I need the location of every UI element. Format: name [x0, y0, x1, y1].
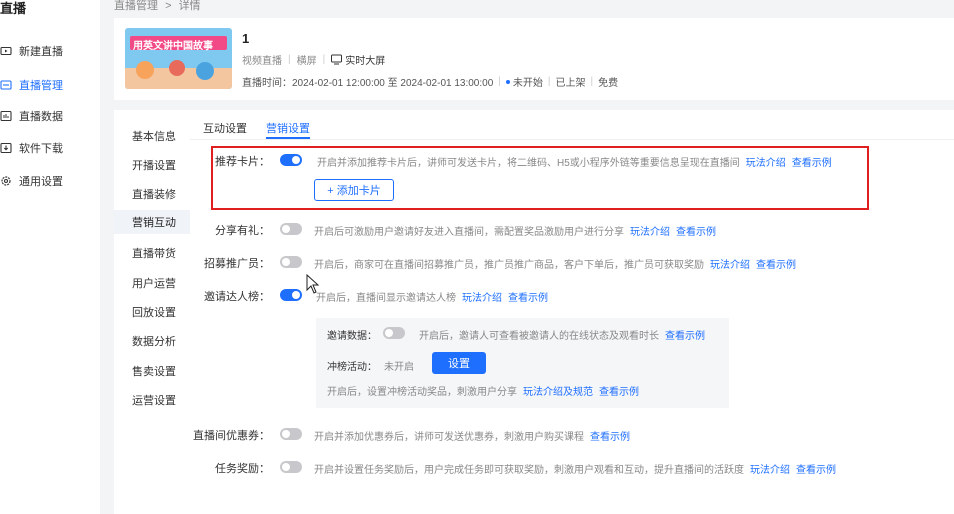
sidebar-item-label: 直播管理 — [19, 80, 63, 92]
subnav-item-marketing[interactable]: 营销互动 — [114, 210, 190, 234]
price-status: 免费 — [598, 78, 619, 89]
sidebar-item-download[interactable]: 软件下载 — [0, 135, 100, 161]
rank-example-link[interactable]: 查看示例 — [599, 387, 639, 398]
sidebar-item-label: 通用设置 — [19, 176, 63, 188]
sidebar-item-live-data[interactable]: 直播数据 — [0, 103, 100, 129]
chart-icon — [0, 110, 12, 122]
tab-active-indicator — [266, 137, 310, 139]
rank-rules-link[interactable]: 玩法介绍及规范 — [523, 387, 593, 398]
sidebar-item-new-live[interactable]: 新建直播 — [0, 38, 100, 64]
live-meta: 视频直播 | 横屏 | 实时大屏 — [242, 52, 386, 67]
sidebar-item-label: 软件下载 — [19, 143, 63, 155]
subnav-item-analysis[interactable]: 数据分析 — [132, 333, 176, 349]
subnav-item-goods[interactable]: 直播带货 — [132, 245, 176, 261]
breadcrumb-parent[interactable]: 直播管理 — [114, 0, 158, 12]
card-toggle[interactable] — [280, 154, 302, 166]
coupon-toggle[interactable] — [280, 428, 302, 440]
sidebar-item-label: 直播数据 — [19, 111, 63, 123]
tab-divider — [190, 139, 954, 140]
subnav-item-basic[interactable]: 基本信息 — [132, 128, 176, 144]
task-toggle[interactable] — [280, 461, 302, 473]
subnav-item-sale[interactable]: 售卖设置 — [132, 363, 176, 379]
share-label: 分享有礼： — [215, 225, 270, 237]
invite-data-label: 邀请数据： — [327, 331, 377, 342]
invite-data-example-link[interactable]: 查看示例 — [665, 331, 705, 342]
card-rules-link[interactable]: 玩法介绍 — [746, 158, 786, 169]
subnav-item-users[interactable]: 用户运营 — [132, 275, 176, 291]
subnav-item-operation[interactable]: 运营设置 — [132, 392, 176, 408]
add-card-button[interactable]: + 添加卡片 — [314, 179, 394, 201]
card-label: 推荐卡片： — [215, 156, 270, 168]
live-cover-image: 用英文讲中国故事 — [125, 28, 232, 89]
rank-status: 未开启 — [384, 362, 414, 373]
breadcrumb-current: 详情 — [178, 0, 201, 12]
task-example-link[interactable]: 查看示例 — [796, 465, 836, 476]
coupon-desc: 开启并添加优惠券后，讲师可发送优惠券，刺激用户购买课程 查看示例 — [314, 432, 630, 443]
live-title: 1 — [242, 31, 250, 46]
live-orientation: 横屏 — [296, 56, 317, 67]
task-label: 任务奖励： — [215, 463, 270, 475]
invite-example-link[interactable]: 查看示例 — [508, 293, 548, 304]
status-badge: 未开始 — [505, 74, 543, 89]
coupon-label: 直播间优惠券： — [193, 430, 270, 442]
promoter-rules-link[interactable]: 玩法介绍 — [710, 260, 750, 271]
video-icon — [0, 45, 12, 57]
invite-desc: 开启后，直播间显示邀请达人榜 玩法介绍 查看示例 — [316, 293, 548, 304]
share-rules-link[interactable]: 玩法介绍 — [630, 227, 670, 238]
tab-marketing[interactable]: 营销设置 — [266, 120, 310, 136]
share-desc: 开启后可激励用户邀请好友进入直播间，需配置奖品激励用户进行分享 玩法介绍 查看示例 — [314, 227, 716, 238]
invite-label: 邀请达人榜： — [204, 291, 270, 303]
subnav-item-decor[interactable]: 直播装修 — [132, 186, 176, 202]
rank-desc: 开启后，设置冲榜活动奖品，刺激用户分享 玩法介绍及规范 查看示例 — [327, 387, 639, 398]
card-example-link[interactable]: 查看示例 — [792, 158, 832, 169]
invite-toggle[interactable] — [280, 289, 302, 301]
breadcrumb: 直播管理 > 详情 — [114, 0, 201, 12]
subnav-item-replay[interactable]: 回放设置 — [132, 304, 176, 320]
coupon-example-link[interactable]: 查看示例 — [590, 432, 630, 443]
sidebar-item-live-manage[interactable]: 直播管理 — [0, 72, 100, 98]
share-toggle[interactable] — [280, 223, 302, 235]
invite-data-desc: 开启后，邀请人可查看被邀请人的在线状态及观看时长 查看示例 — [419, 331, 705, 342]
rank-label: 冲榜活动： — [327, 362, 377, 373]
shelf-status: 已上架 — [555, 78, 586, 89]
promoter-label: 招募推广员： — [204, 258, 270, 270]
invite-rules-link[interactable]: 玩法介绍 — [462, 293, 502, 304]
invite-data-toggle[interactable] — [383, 327, 405, 339]
bigscreen-link[interactable]: 实时大屏 — [331, 52, 385, 67]
task-rules-link[interactable]: 玩法介绍 — [750, 465, 790, 476]
tab-interaction[interactable]: 互动设置 — [203, 120, 247, 136]
live-time: 2024-02-01 12:00:00 至 2024-02-01 13:00:0… — [292, 78, 494, 89]
subnav-item-start[interactable]: 开播设置 — [132, 157, 176, 173]
sidebar-item-label: 新建直播 — [19, 46, 63, 58]
task-desc: 开启并设置任务奖励后，用户完成任务即可获取奖励，刺激用户观看和互动，提升直播间的… — [314, 465, 836, 476]
gear-icon — [0, 175, 12, 187]
rank-settings-button[interactable]: 设置 — [432, 352, 486, 374]
live-type: 视频直播 — [242, 56, 282, 67]
promoter-toggle[interactable] — [280, 256, 302, 268]
screen-icon — [331, 54, 343, 65]
app-title: 直播 — [0, 1, 27, 16]
promoter-desc: 开启后，商家可在直播间招募推广员，推广员推广商品，客户下单后，推广员可获取奖励玩… — [314, 260, 796, 271]
share-example-link[interactable]: 查看示例 — [676, 227, 716, 238]
cover-title: 用英文讲中国故事 — [133, 41, 213, 52]
monitor-icon — [0, 79, 12, 91]
live-time-row: 直播时间： 2024-02-01 12:00:00 至 2024-02-01 1… — [242, 74, 619, 89]
promoter-example-link[interactable]: 查看示例 — [756, 260, 796, 271]
card-desc: 开启并添加推荐卡片后，讲师可发送卡片，将二维码、H5或小程序外链等重要信息呈现在… — [317, 158, 832, 169]
download-icon — [0, 142, 12, 154]
sidebar-item-settings[interactable]: 通用设置 — [0, 168, 100, 194]
